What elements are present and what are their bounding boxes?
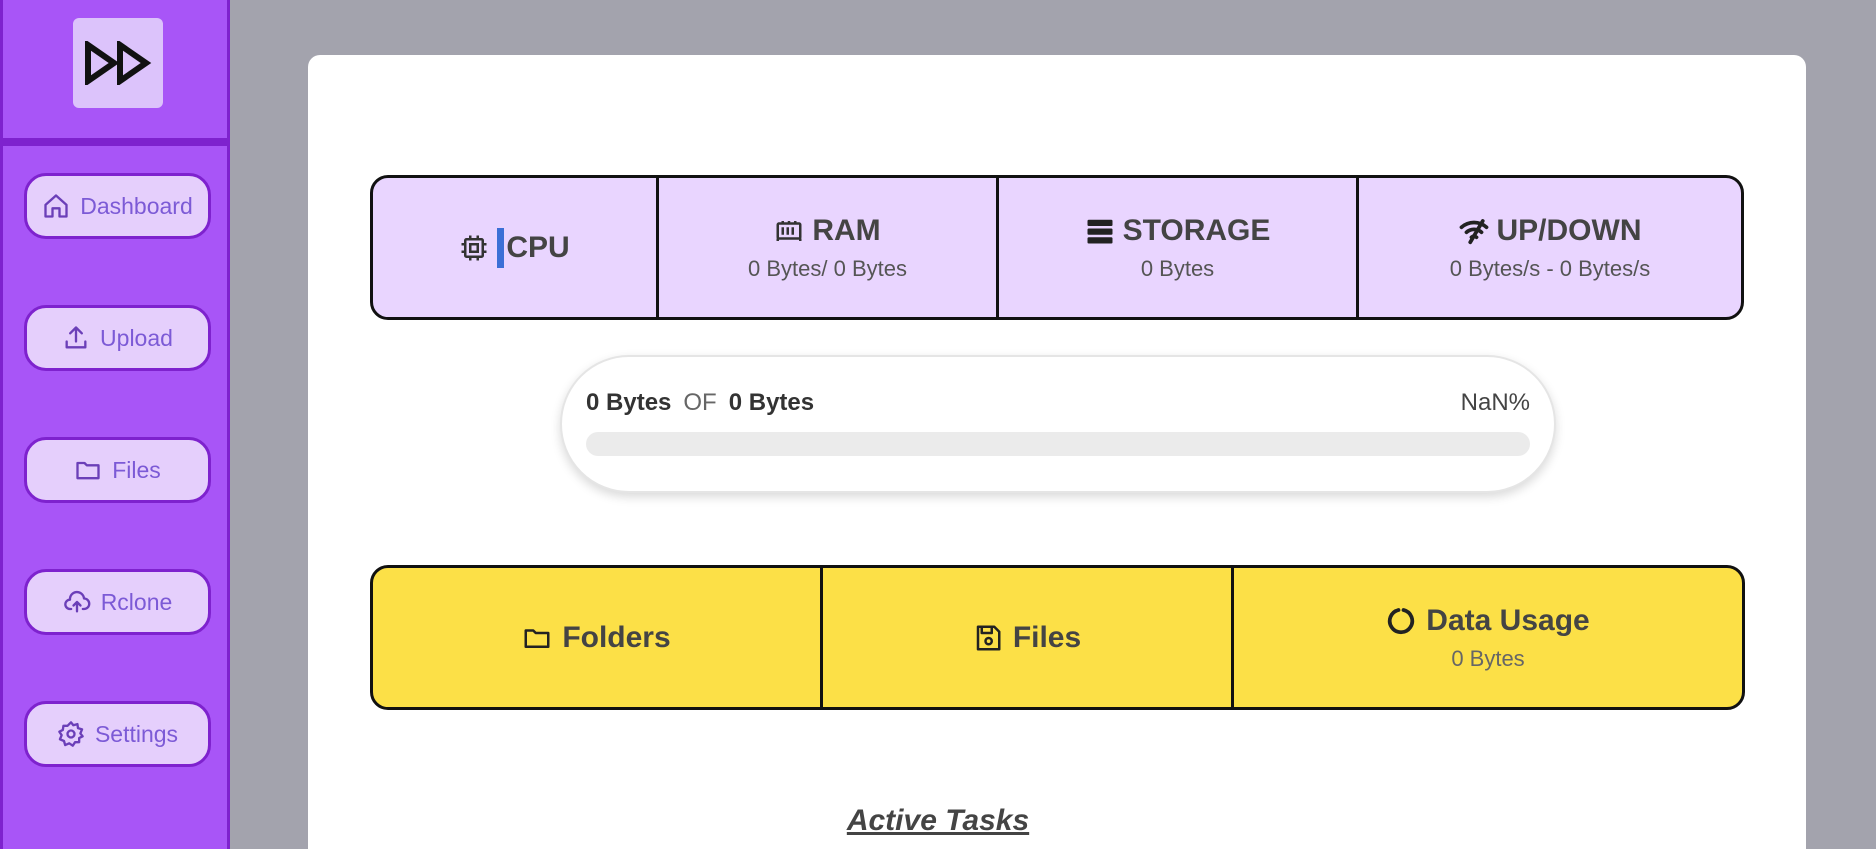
stat-cpu-title: CPU [506,230,570,264]
system-stats-row: CPU RAM 0 Bytes/ 0 Bytes STORAGE 0 Bytes [370,175,1744,320]
progress-used: 0 Bytes [586,389,672,416]
stat-storage-value: 0 Bytes [1140,255,1215,281]
folder-icon [76,461,100,480]
storage-progress-card: 0 Bytes OF 0 Bytes NaN% [560,355,1556,493]
sidebar-item-label: Upload [100,324,173,351]
sidebar-item-label: Settings [94,720,179,747]
stat-ram: RAM 0 Bytes/ 0 Bytes [659,178,999,317]
logo[interactable] [73,18,163,108]
item-data-usage-value: 0 Bytes [1451,645,1525,671]
item-folders[interactable]: Folders [373,568,823,707]
stat-ram-title: RAM [812,213,881,247]
sidebar-item-label: Rclone [100,588,173,615]
sidebar-nav: Dashboard Upload Files Rclone Settings [0,146,230,849]
fast-forward-icon [85,41,152,85]
upload-icon [65,326,87,349]
sidebar-item-files[interactable]: Files [24,437,211,503]
wifi-icon [1459,218,1488,244]
stat-ram-value: 0 Bytes/ 0 Bytes [748,255,907,281]
content-stats-row: Folders Files Data Usage 0 Bytes [370,565,1745,710]
stat-storage: STORAGE 0 Bytes [999,178,1359,317]
sidebar-item-label: Dashboard [80,192,193,219]
home-icon [44,194,68,218]
stat-updown-title: UP/DOWN [1496,213,1642,247]
save-icon [976,625,1001,650]
sidebar-item-settings[interactable]: Settings [24,701,211,767]
sidebar: Dashboard Upload Files Rclone Settings [0,0,230,849]
stat-updown-value: 0 Bytes/s - 0 Bytes/s [1449,255,1651,281]
text-cursor [497,227,505,268]
sidebar-item-upload[interactable]: Upload [24,305,211,371]
sidebar-item-rclone[interactable]: Rclone [24,569,211,635]
progress-total: 0 Bytes [728,389,815,416]
stat-storage-title: STORAGE [1122,213,1271,247]
item-data-usage-title: Data Usage [1426,603,1590,637]
logo-area [0,0,230,146]
storage-icon [1087,219,1113,243]
memory-icon [776,220,802,241]
progress-percent: NaN% [1460,389,1530,416]
stat-updown: UP/DOWN 0 Bytes/s - 0 Bytes/s [1359,178,1741,317]
cloud-upload-icon [63,590,91,613]
sidebar-item-label: Files [112,456,161,483]
progress-of-label: OF [683,389,717,416]
gear-icon [58,721,84,747]
active-tasks-heading: Active Tasks [846,804,1030,837]
cpu-icon [461,235,487,260]
circle-notch-icon [1388,607,1415,634]
item-files[interactable]: Files [823,568,1234,707]
item-files-title: Files [1012,620,1082,654]
sidebar-item-dashboard[interactable]: Dashboard [24,173,211,239]
progress-bar [586,432,1530,456]
folder-icon [524,628,550,648]
item-folders-title: Folders [562,620,671,654]
stat-cpu: CPU [373,178,659,317]
item-data-usage[interactable]: Data Usage 0 Bytes [1234,568,1742,707]
